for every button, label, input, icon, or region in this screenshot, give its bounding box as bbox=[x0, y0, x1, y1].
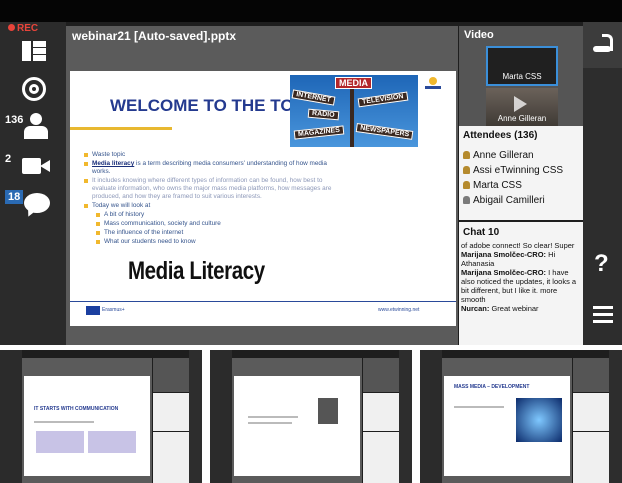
sub-bullet-item: A bit of history bbox=[84, 211, 340, 219]
media-signpost-image: MEDIA INTERNET TELEVISION RADIO MAGAZINE… bbox=[290, 75, 418, 147]
broadcast-icon[interactable] bbox=[22, 77, 46, 101]
camera-icon[interactable] bbox=[22, 158, 50, 174]
attendee-item[interactable]: Marta CSS bbox=[463, 178, 563, 193]
right-toolbar: ? bbox=[583, 22, 622, 345]
video-pod: Video Marta CSS Anne Gilleran bbox=[459, 26, 583, 126]
help-button[interactable]: ? bbox=[594, 250, 609, 278]
attendees-icon[interactable] bbox=[24, 113, 48, 139]
erasmus-label: Erasmus+ bbox=[102, 307, 125, 313]
sign-radio: RADIO bbox=[307, 108, 339, 121]
chat-message: of adobe connect! So clear! Super bbox=[461, 241, 575, 250]
sub-bullet-item: Mass communication, society and culture bbox=[84, 220, 340, 228]
chat-pod: Chat 10 of adobe connect! So clear! Supe… bbox=[459, 222, 583, 345]
slide: WELCOME TO THE TOPIC! MEDIA INTERNET TEL… bbox=[70, 71, 456, 326]
top-bar bbox=[0, 0, 622, 22]
sign-media: MEDIA bbox=[335, 77, 372, 89]
camera-count: 2 bbox=[5, 153, 12, 165]
slide-bullets: Waste topic Media literacy is a term des… bbox=[84, 151, 340, 247]
thumbnail-heading: IT STARTS WITH COMMUNICATION bbox=[34, 406, 119, 412]
bullet-detail: It includes knowing where different type… bbox=[84, 177, 340, 201]
left-toolbar bbox=[0, 22, 66, 345]
host-icon bbox=[463, 181, 470, 189]
media-literacy-overlay: Media Literacy bbox=[128, 257, 265, 285]
raise-hand-icon[interactable] bbox=[593, 34, 613, 54]
sign-newspapers: NEWSPAPERS bbox=[355, 123, 414, 140]
host-icon bbox=[463, 151, 470, 159]
chat-message: Nurcan: Great webinar bbox=[461, 304, 539, 313]
thumbnail-screenshot: MASS MEDIA – DEVELOPMENT bbox=[420, 350, 622, 483]
slide-footer-url: www.etwinning.net bbox=[378, 307, 420, 313]
sub-bullet-item: What our students need to know bbox=[84, 238, 340, 246]
attendee-item[interactable]: Abigail Camilleri bbox=[463, 193, 563, 208]
sign-internet: INTERNET bbox=[291, 89, 336, 106]
attendees-title: Attendees (136) bbox=[463, 130, 538, 141]
video-feed[interactable]: Anne Gilleran bbox=[486, 88, 558, 126]
bullet-item: Waste topic bbox=[84, 151, 340, 159]
record-dot-icon bbox=[8, 24, 15, 31]
attendee-item[interactable]: Anne Gilleran bbox=[463, 148, 563, 163]
chat-message: Marijana Smolčec-CRO: I have also notice… bbox=[461, 268, 577, 304]
etwinning-logo bbox=[425, 77, 441, 93]
heading-underline bbox=[70, 127, 172, 130]
thumbnail-screenshot bbox=[210, 350, 412, 483]
thumbnail-heading: MASS MEDIA – DEVELOPMENT bbox=[454, 384, 530, 390]
chat-title: Chat 10 bbox=[463, 227, 500, 238]
video-title: Video bbox=[464, 29, 494, 41]
presentation-title: webinar21 [Auto-saved].pptx bbox=[72, 29, 237, 43]
bullet-item: Today we will look at bbox=[84, 202, 340, 210]
main-window: REC 136 2 18 webinar21 [Auto-saved].pptx… bbox=[0, 0, 622, 345]
bullet-item: Media literacy is a term describing medi… bbox=[84, 160, 340, 176]
attendee-item[interactable]: Assi eTwinning CSS bbox=[463, 163, 563, 178]
chat-messages: of adobe connect! So clear! Super Marija… bbox=[461, 241, 581, 313]
attendee-list: Anne Gilleran Assi eTwinning CSS Marta C… bbox=[463, 148, 563, 208]
sign-magazines: MAGAZINES bbox=[293, 125, 345, 140]
layouts-icon[interactable] bbox=[22, 41, 46, 61]
host-icon bbox=[463, 166, 470, 174]
sign-television: TELEVISION bbox=[357, 91, 409, 108]
attendees-pod: Attendees (136) Anne Gilleran Assi eTwin… bbox=[459, 126, 583, 220]
sub-bullet-item: The influence of the internet bbox=[84, 229, 340, 237]
eu-flag-icon bbox=[86, 306, 100, 315]
video-feed[interactable]: Marta CSS bbox=[486, 46, 558, 86]
media-literacy-link[interactable]: Media literacy bbox=[92, 160, 134, 167]
chat-count-badge: 18 bbox=[5, 190, 24, 204]
thumbnail-slide: MASS MEDIA – DEVELOPMENT bbox=[444, 376, 570, 476]
presentation-pod: webinar21 [Auto-saved].pptx WELCOME TO T… bbox=[66, 26, 458, 345]
thumbnail-slide: IT STARTS WITH COMMUNICATION bbox=[24, 376, 150, 476]
play-icon bbox=[514, 96, 527, 112]
attendee-count: 136 bbox=[5, 114, 24, 126]
chat-message: Marijana Smolčec-CRO: Hi Athanasia bbox=[461, 250, 556, 268]
thumbnail-slide bbox=[234, 376, 360, 476]
thumbnail-screenshot: IT STARTS WITH COMMUNICATION bbox=[0, 350, 202, 483]
slide-footer-line bbox=[70, 301, 456, 302]
recording-indicator: REC bbox=[8, 23, 38, 34]
participant-icon bbox=[463, 196, 470, 204]
